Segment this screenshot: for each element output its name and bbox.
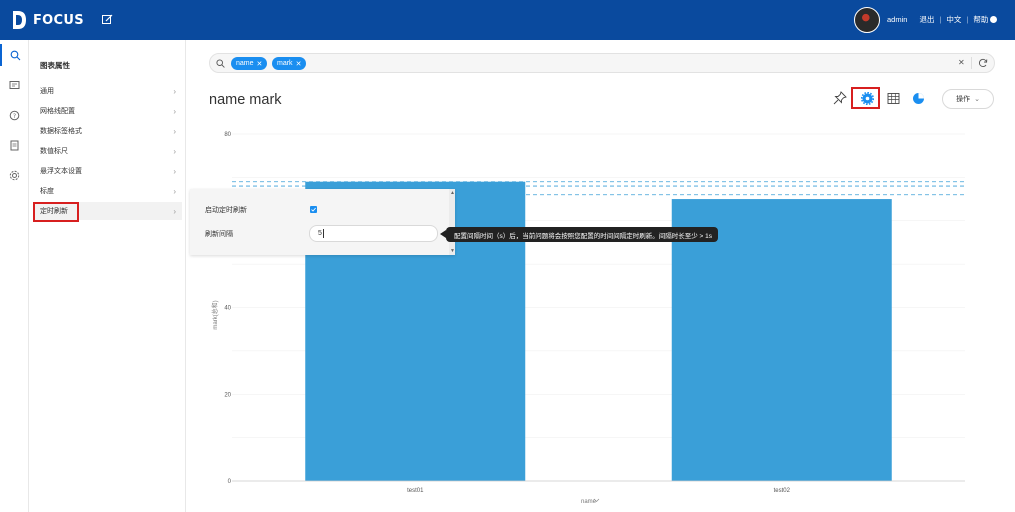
refresh-tooltip: 配置间隔时间（s）后，当前问题将会按照您配置的时间间隔定时刷新。间隔时长至少 >… (439, 227, 719, 242)
enable-refresh-label: 启动定时刷新 (205, 207, 247, 214)
interval-value: 5 (318, 230, 322, 237)
x-tick-label: test02 (774, 488, 791, 494)
timed-refresh-popup: 启动定时刷新 刷新间隔 5 ▲ ▼ (190, 189, 455, 255)
bar-chart: 0 20 40 80 mark(总和) test01 test02 name (211, 132, 965, 505)
x-tick-label: test01 (407, 488, 424, 494)
refresh-interval-label: 刷新间隔 (205, 231, 233, 238)
y-axis-label: mark(总和) (211, 300, 219, 329)
scrollbar[interactable]: ▲ ▼ (449, 189, 455, 255)
refresh-interval-input[interactable]: 5 (309, 225, 438, 242)
text-cursor (322, 229, 324, 238)
y-tick-label: 40 (224, 306, 231, 312)
y-tick-label: 0 (228, 479, 232, 485)
y-tick-label: 20 (224, 392, 231, 398)
y-tick-label: 80 (224, 132, 231, 138)
enable-refresh-checkbox[interactable] (310, 206, 317, 213)
tooltip-text: 配置间隔时间（s）后，当前问题将会按照您配置的时间间隔定时刷新。间隔时长至少 >… (454, 232, 713, 240)
x-axis-label: name (581, 499, 597, 505)
